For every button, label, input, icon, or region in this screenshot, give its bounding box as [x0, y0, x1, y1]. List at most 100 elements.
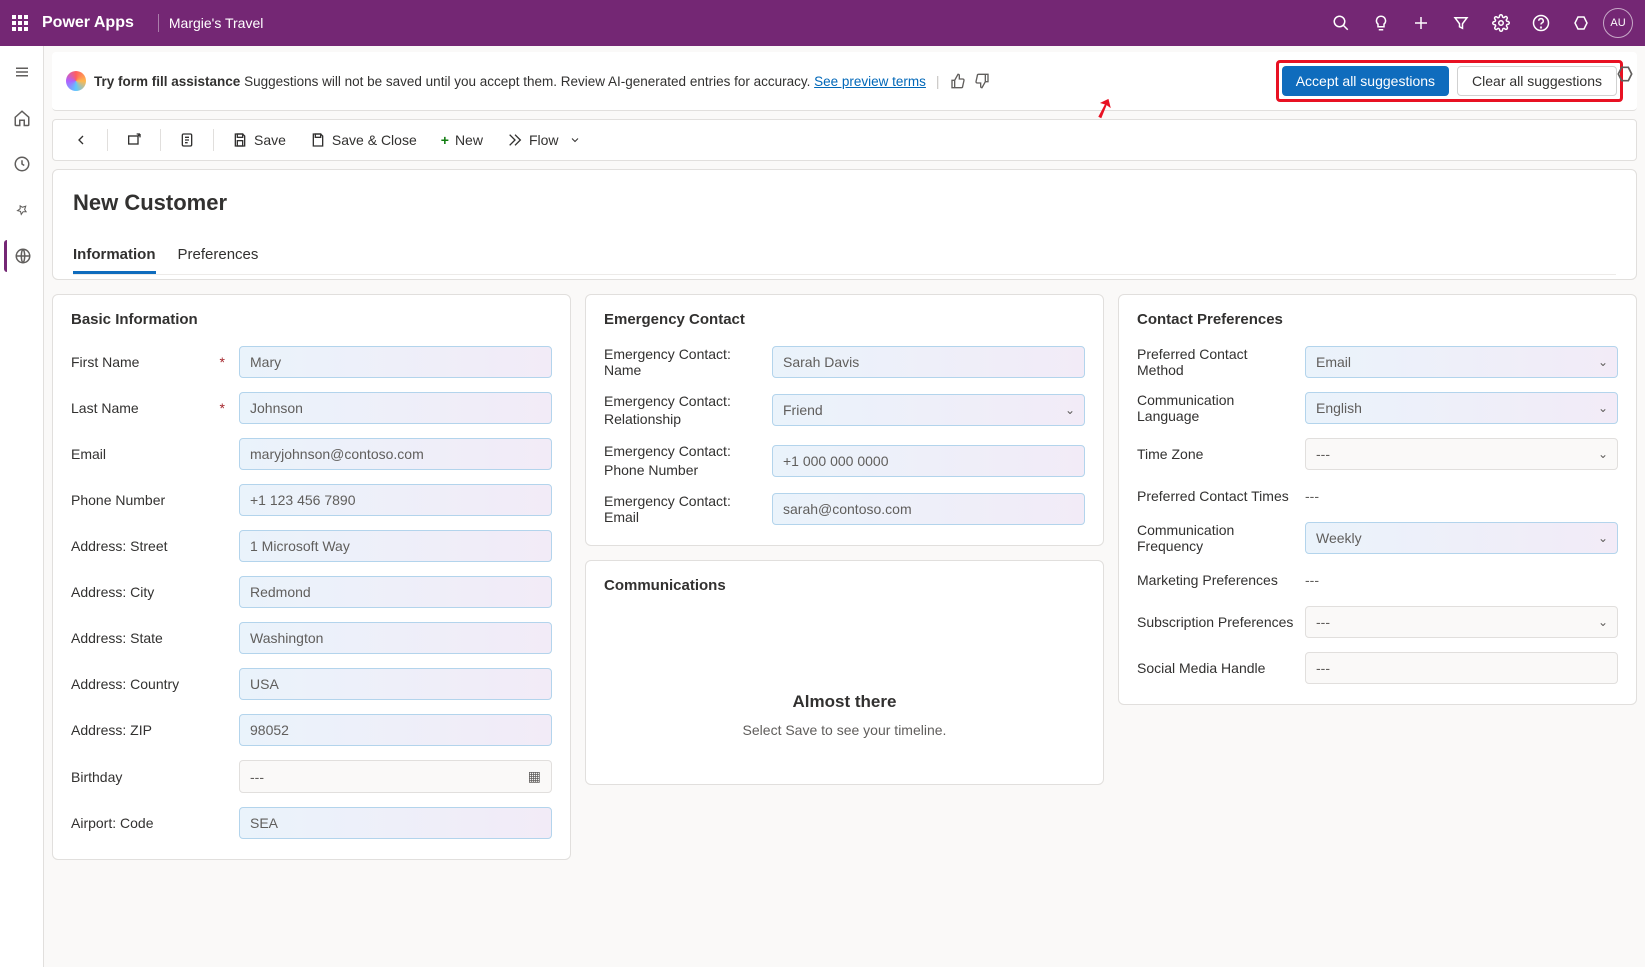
pin-icon[interactable]	[4, 194, 40, 226]
open-new-window-button[interactable]	[116, 126, 152, 154]
timeline-empty-title: Almost there	[624, 692, 1065, 712]
pref-method-select[interactable]	[1305, 346, 1618, 378]
pref-sub-select[interactable]: ---⌄	[1305, 606, 1618, 638]
first-name-input[interactable]	[239, 346, 552, 378]
last-name-input[interactable]	[239, 392, 552, 424]
help-icon[interactable]	[1523, 5, 1559, 41]
annotation-highlight: Accept all suggestions Clear all suggest…	[1276, 60, 1623, 102]
timeline-empty-state: Almost there Select Save to see your tim…	[604, 612, 1085, 778]
filter-icon[interactable]	[1443, 5, 1479, 41]
menu-toggle-icon[interactable]	[4, 56, 40, 88]
pref-freq-label: Communication Frequency	[1137, 522, 1297, 554]
email-label: Email	[71, 446, 231, 462]
ec-name-label: Emergency Contact: Name	[604, 346, 764, 378]
first-name-label: First Name	[71, 354, 139, 370]
thumbs-down-icon[interactable]	[974, 73, 990, 89]
last-name-label: Last Name	[71, 400, 139, 416]
phone-label: Phone Number	[71, 492, 231, 508]
recent-icon[interactable]	[4, 148, 40, 180]
environment-name[interactable]: Margie's Travel	[169, 15, 263, 31]
flow-button[interactable]: Flow	[497, 126, 591, 154]
pref-lang-label: Communication Language	[1137, 392, 1297, 424]
lightbulb-icon[interactable]	[1363, 5, 1399, 41]
ec-name-input[interactable]	[772, 346, 1085, 378]
street-input[interactable]	[239, 530, 552, 562]
emergency-section: Emergency Contact Emergency Contact: Nam…	[585, 294, 1104, 546]
preview-terms-link[interactable]: See preview terms	[814, 74, 926, 89]
tab-information[interactable]: Information	[73, 238, 156, 274]
timeline-empty-text: Select Save to see your timeline.	[624, 722, 1065, 738]
ec-phone-input[interactable]	[772, 445, 1085, 477]
birthday-label: Birthday	[71, 769, 231, 785]
chevron-down-icon: ⌄	[1598, 447, 1608, 461]
zip-label: Address: ZIP	[71, 722, 231, 738]
ec-email-label: Emergency Contact: Email	[604, 493, 764, 525]
header-divider	[158, 14, 159, 32]
street-label: Address: Street	[71, 538, 231, 554]
notice-text: Try form fill assistance Suggestions wil…	[94, 74, 926, 89]
calendar-icon[interactable]: ▦	[528, 768, 541, 785]
global-header: Power Apps Margie's Travel AU	[0, 0, 1645, 46]
add-icon[interactable]	[1403, 5, 1439, 41]
form-header-card: New Customer Information Preferences	[52, 169, 1637, 280]
accept-all-button[interactable]: Accept all suggestions	[1282, 66, 1449, 96]
phone-input[interactable]	[239, 484, 552, 516]
save-close-button[interactable]: Save & Close	[300, 126, 427, 154]
airport-input[interactable]	[239, 807, 552, 839]
ec-phone-label: Emergency Contact: Phone Number	[604, 442, 764, 478]
pref-times-label: Preferred Contact Times	[1137, 488, 1297, 504]
ec-rel-select[interactable]	[772, 394, 1085, 426]
country-label: Address: Country	[71, 676, 231, 692]
communications-section: Communications Almost there Select Save …	[585, 560, 1104, 785]
settings-icon[interactable]	[1483, 5, 1519, 41]
task-button[interactable]	[169, 126, 205, 154]
app-launcher-icon[interactable]	[12, 15, 28, 31]
new-button[interactable]: +New	[431, 126, 493, 154]
country-input[interactable]	[239, 668, 552, 700]
notice-body: Suggestions will not be saved until you …	[240, 74, 814, 89]
city-label: Address: City	[71, 584, 231, 600]
zip-input[interactable]	[239, 714, 552, 746]
pref-method-label: Preferred Contact Method	[1137, 346, 1297, 378]
page-title: New Customer	[73, 190, 1616, 216]
city-input[interactable]	[239, 576, 552, 608]
command-bar: Save Save & Close +New Flow	[52, 119, 1637, 161]
pref-lang-select[interactable]	[1305, 392, 1618, 424]
thumbs-up-icon[interactable]	[950, 73, 966, 89]
basic-info-section: Basic Information First Name* Last Name*…	[52, 294, 571, 860]
pref-tz-label: Time Zone	[1137, 446, 1297, 462]
pref-marketing-value[interactable]: ---	[1305, 568, 1618, 592]
clear-all-button[interactable]: Clear all suggestions	[1457, 66, 1617, 96]
section-title: Contact Preferences	[1137, 311, 1618, 328]
back-button[interactable]	[63, 126, 99, 154]
section-title: Emergency Contact	[604, 311, 1085, 328]
state-label: Address: State	[71, 630, 231, 646]
form-tabs: Information Preferences	[73, 238, 1616, 275]
left-nav-rail	[0, 46, 44, 967]
ec-email-input[interactable]	[772, 493, 1085, 525]
pref-freq-select[interactable]	[1305, 522, 1618, 554]
form-fill-notice: Try form fill assistance Suggestions wil…	[52, 52, 1637, 111]
airport-label: Airport: Code	[71, 815, 231, 831]
copilot-header-icon[interactable]	[1563, 5, 1599, 41]
pref-times-value[interactable]: ---	[1305, 484, 1618, 508]
ec-rel-label: Emergency Contact: Relationship	[604, 392, 764, 428]
pref-sub-label: Subscription Preferences	[1137, 614, 1297, 630]
search-icon[interactable]	[1323, 5, 1359, 41]
pref-tz-select[interactable]: ---⌄	[1305, 438, 1618, 470]
save-button[interactable]: Save	[222, 126, 296, 154]
user-avatar[interactable]: AU	[1603, 8, 1633, 38]
birthday-input[interactable]: ---▦	[239, 760, 552, 793]
entity-icon[interactable]	[4, 240, 40, 272]
email-input[interactable]	[239, 438, 552, 470]
pref-social-input[interactable]: ---	[1305, 652, 1618, 684]
copilot-pane-toggle[interactable]	[1615, 64, 1635, 84]
chevron-down-icon: ⌄	[1598, 615, 1608, 629]
pref-social-label: Social Media Handle	[1137, 660, 1297, 676]
contact-prefs-section: Contact Preferences Preferred Contact Me…	[1118, 294, 1637, 705]
state-input[interactable]	[239, 622, 552, 654]
home-icon[interactable]	[4, 102, 40, 134]
copilot-icon	[66, 71, 86, 91]
tab-preferences[interactable]: Preferences	[178, 238, 259, 274]
app-name: Power Apps	[42, 14, 134, 32]
